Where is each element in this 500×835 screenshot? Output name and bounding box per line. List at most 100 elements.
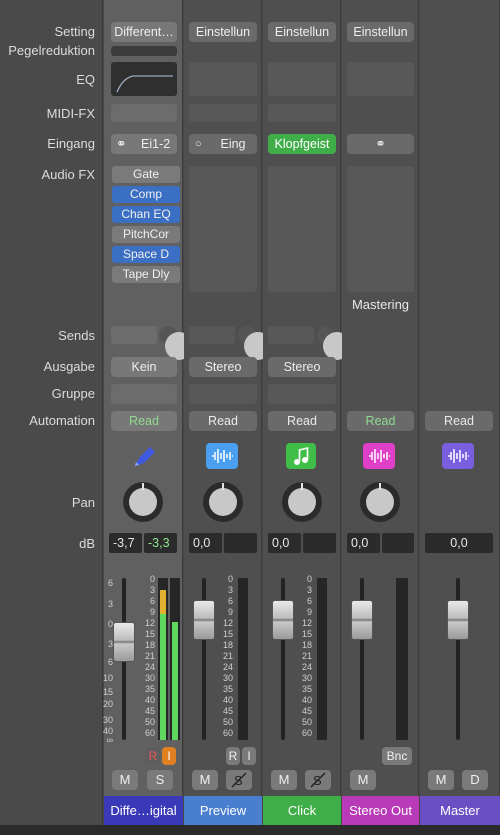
fx-slot-gate[interactable]: Gate: [112, 166, 180, 183]
eq-slot[interactable]: [268, 62, 336, 96]
send-level-knob[interactable]: [317, 326, 351, 360]
mute-button[interactable]: M: [428, 770, 454, 790]
setting-button[interactable]: Different…: [111, 22, 177, 42]
input-monitor-button[interactable]: I: [242, 747, 256, 765]
track-name[interactable]: Diffe…igital: [104, 796, 183, 825]
pan-knob[interactable]: [203, 482, 243, 522]
output-button[interactable]: Stereo: [189, 357, 257, 377]
track-name[interactable]: Preview: [184, 796, 262, 825]
dim-button[interactable]: D: [462, 770, 488, 790]
solo-safe-icon: S: [310, 772, 326, 788]
track-name[interactable]: Click: [263, 796, 341, 825]
send-slot[interactable]: [111, 326, 157, 344]
label-midi-fx: MIDI-FX: [46, 106, 95, 121]
group-slot[interactable]: [111, 384, 177, 404]
level-meter-left: [158, 578, 168, 740]
fx-slot-pitchcor[interactable]: PitchCor: [112, 226, 180, 243]
volume-fader[interactable]: [351, 600, 373, 640]
output-button[interactable]: Kein: [111, 357, 177, 377]
solo-safe-button[interactable]: S: [226, 770, 252, 790]
label-db: dB: [79, 536, 95, 551]
midi-fx-slot[interactable]: [268, 104, 336, 122]
mastering-button[interactable]: Mastering: [342, 297, 419, 312]
send-slot[interactable]: [268, 326, 314, 344]
mute-button[interactable]: M: [192, 770, 218, 790]
channel-strip-click[interactable]: Einstellun Klopfgeist Stereo Read 0,0 0 …: [263, 0, 351, 825]
automation-button[interactable]: Read: [189, 411, 257, 431]
volume-readout: -3,7: [109, 533, 142, 553]
audio-waveform-icon: [442, 443, 474, 469]
bounce-button[interactable]: Bnc: [382, 747, 412, 765]
audio-fx-slots[interactable]: [268, 166, 336, 292]
peak-readout: [303, 533, 336, 553]
track-name[interactable]: Stereo Out: [342, 796, 419, 825]
level-meter: [238, 578, 248, 740]
setting-button[interactable]: Einstellun: [189, 22, 257, 42]
automation-button[interactable]: Read: [425, 411, 493, 431]
stereo-link-icon: ⚭: [375, 137, 386, 151]
fx-slot-space-d[interactable]: Space D: [112, 246, 180, 263]
volume-fader[interactable]: [272, 600, 294, 640]
label-automation: Automation: [29, 413, 95, 428]
fx-slot-tape-dly[interactable]: Tape Dly: [112, 266, 180, 283]
label-input: Eingang: [47, 136, 95, 151]
audio-waveform-icon: [206, 443, 238, 469]
volume-fader[interactable]: [113, 622, 135, 662]
mute-button[interactable]: M: [350, 770, 376, 790]
stereo-link-icon: ⚭: [116, 137, 127, 151]
audio-fx-slots[interactable]: [347, 166, 414, 292]
pan-knob[interactable]: [282, 482, 322, 522]
send-level-knob[interactable]: [238, 326, 272, 360]
automation-button[interactable]: Read: [347, 411, 414, 431]
setting-button[interactable]: Einstellun: [268, 22, 336, 42]
audio-fx-slots[interactable]: [189, 166, 257, 292]
mixer-window: Setting Pegelreduktion EQ MIDI-FX Eingan…: [0, 0, 500, 835]
midi-fx-slot[interactable]: [189, 104, 257, 122]
level-meter: [396, 578, 408, 740]
channel-strip-stereo-out[interactable]: Einstellun ⚭ Mastering Read 0,0 Bnc M St…: [342, 0, 419, 825]
input-button[interactable]: ⚭ Ei1-2: [111, 134, 177, 154]
label-sends: Sends: [58, 328, 95, 343]
gain-reduction-meter: [111, 46, 177, 56]
pan-knob[interactable]: [123, 482, 163, 522]
midi-fx-slot[interactable]: [111, 104, 177, 122]
setting-button[interactable]: Einstellun: [347, 22, 414, 42]
fader-scale: 6 3 0 3 6 10 15 20 30 40 ∞: [102, 578, 113, 745]
mute-button[interactable]: M: [112, 770, 138, 790]
track-name[interactable]: Master: [420, 796, 500, 825]
volume-fader[interactable]: [447, 600, 469, 640]
eq-slot[interactable]: [347, 62, 414, 96]
output-button[interactable]: Stereo: [268, 357, 336, 377]
fx-slot-chan-eq[interactable]: Chan EQ: [112, 206, 180, 223]
group-slot[interactable]: [189, 384, 257, 404]
volume-fader[interactable]: [193, 600, 215, 640]
mute-button[interactable]: M: [271, 770, 297, 790]
send-level-knob[interactable]: [159, 326, 193, 360]
peak-readout: [382, 533, 414, 553]
label-eq: EQ: [76, 72, 95, 87]
instrument-button[interactable]: Klopfgeist: [268, 134, 336, 154]
pan-knob[interactable]: [360, 482, 400, 522]
mono-input-icon: ○: [195, 138, 202, 150]
channel-strip-differentiator[interactable]: Different… ⚭ Ei1-2 Gate Comp Chan EQ Pit…: [103, 0, 193, 825]
record-enable-button[interactable]: R: [226, 747, 240, 765]
input-monitor-button[interactable]: I: [162, 747, 176, 765]
eq-slot[interactable]: [189, 62, 257, 96]
eq-thumbnail[interactable]: [111, 62, 177, 96]
input-button[interactable]: ⚭: [347, 134, 414, 154]
label-pan: Pan: [71, 495, 95, 510]
solo-button[interactable]: S: [147, 770, 173, 790]
audio-waveform-icon: [363, 443, 395, 469]
volume-readout: 0,0: [268, 533, 301, 553]
automation-button[interactable]: Read: [111, 411, 177, 431]
channel-strip-master[interactable]: Read 0,0 M D Master: [420, 0, 500, 825]
input-button[interactable]: ○ Eing: [189, 134, 257, 154]
fx-slot-comp[interactable]: Comp: [112, 186, 180, 203]
peak-readout: [224, 533, 257, 553]
send-slot[interactable]: [189, 326, 235, 344]
record-enable-button[interactable]: R: [146, 747, 160, 765]
channel-strip-preview[interactable]: Einstellun ○ Eing Stereo Read 0,0 0 3 6 …: [184, 0, 272, 825]
group-slot[interactable]: [268, 384, 336, 404]
automation-button[interactable]: Read: [268, 411, 336, 431]
solo-safe-button[interactable]: S: [305, 770, 331, 790]
